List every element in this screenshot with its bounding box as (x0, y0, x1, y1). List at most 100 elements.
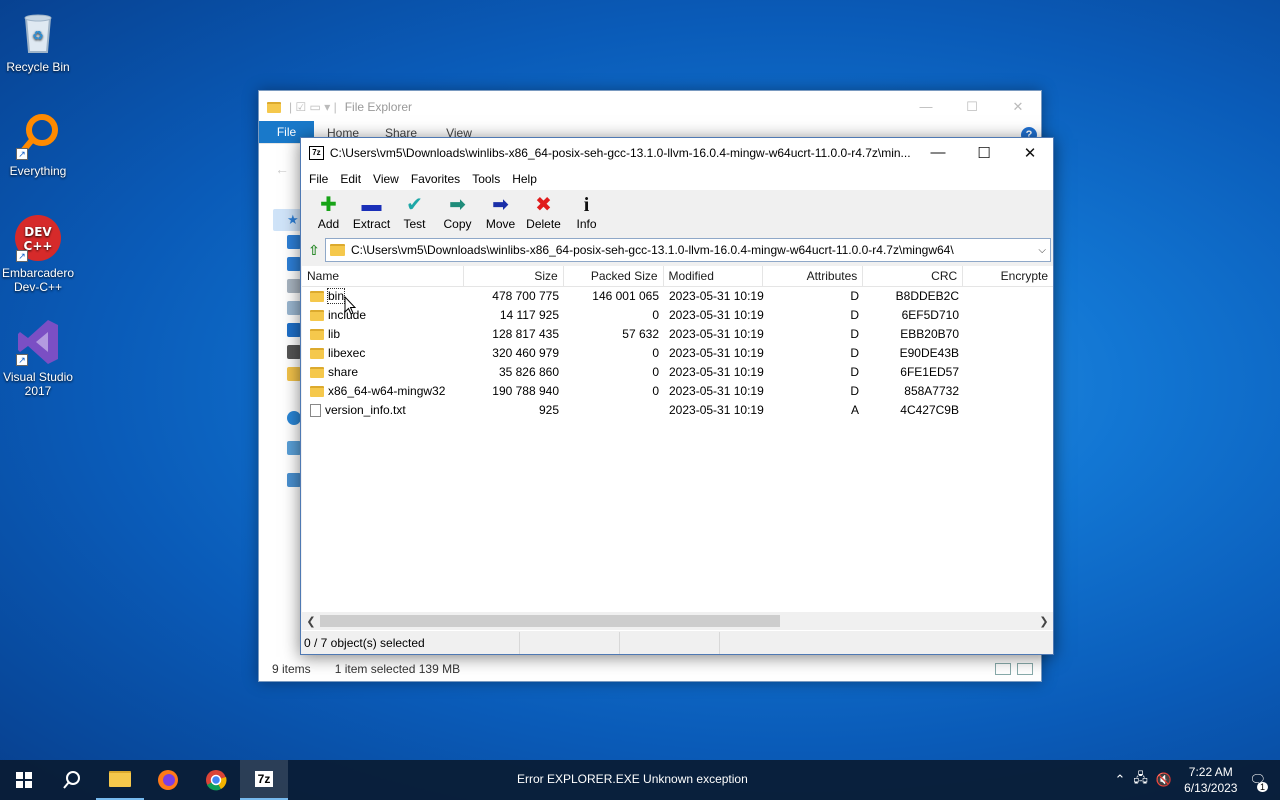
folder-icon[interactable] (287, 367, 301, 381)
test-button[interactable]: ✔ Test (393, 193, 436, 231)
list-item[interactable]: lib 128 817 435 57 632 2023-05-31 10:19 … (302, 325, 1053, 344)
item-modified: 2023-05-31 10:19 (669, 308, 764, 322)
minus-icon: ▬ (361, 194, 382, 216)
scroll-right-icon[interactable]: ❯ (1035, 615, 1053, 628)
item-modified: 2023-05-31 10:19 (669, 346, 764, 360)
menu-help[interactable]: Help (506, 172, 543, 186)
list-item[interactable]: libexec 320 460 979 0 2023-05-31 10:19 D… (302, 344, 1053, 363)
folder-icon (310, 310, 324, 322)
sevenzip-window[interactable]: 7z C:\Users\vm5\Downloads\winlibs-x86_64… (300, 137, 1054, 655)
selection-status: 0 / 7 object(s) selected (301, 632, 520, 654)
address-bar: ⇧ C:\Users\vm5\Downloads\winlibs-x86_64-… (301, 236, 1053, 264)
svg-text:♻: ♻ (32, 29, 44, 44)
column-name[interactable]: Name (302, 266, 464, 286)
sevenzip-title-bar[interactable]: 7z C:\Users\vm5\Downloads\winlibs-x86_64… (301, 138, 1053, 168)
sevenzip-icon: 7z (254, 771, 274, 787)
taskbar-chrome[interactable] (192, 760, 240, 800)
back-arrow-icon[interactable]: ← (275, 161, 289, 177)
list-item[interactable]: bin 478 700 775 146 001 065 2023-05-31 1… (302, 287, 1053, 306)
move-button[interactable]: ➡ Move (479, 193, 522, 231)
clock[interactable]: 7:22 AM 6/13/2023 (1184, 764, 1237, 796)
visual-studio-icon: ↗ (14, 318, 62, 366)
volume-muted-icon[interactable]: 🔇 (1156, 772, 1172, 788)
details-view-icon[interactable] (995, 663, 1011, 675)
menu-tools[interactable]: Tools (466, 172, 506, 186)
extract-button[interactable]: ▬ Extract (350, 193, 393, 231)
add-button[interactable]: ✚ Add (307, 193, 350, 231)
info-button[interactable]: i Info (565, 193, 608, 231)
network-icon[interactable]: 🖧 (1133, 769, 1148, 791)
folder-icon (310, 386, 324, 398)
desktop-icon-visual-studio[interactable]: ↗ Visual Studio 2017 (0, 318, 76, 398)
item-name: version_info.txt (325, 403, 406, 417)
column-modified[interactable]: Modified (664, 266, 764, 286)
desktop-icon-everything[interactable]: ↗ Everything (0, 112, 76, 178)
scrollbar-thumb[interactable] (320, 615, 780, 627)
chevron-down-icon[interactable]: ⌵ (1038, 245, 1046, 256)
item-size: 190 788 940 (492, 384, 559, 398)
taskbar-error-message: Error EXPLORER.EXE Unknown exception (517, 772, 748, 786)
chevron-up-icon[interactable]: ⌃ (1115, 772, 1126, 788)
taskbar-file-explorer[interactable] (96, 760, 144, 800)
minimize-button[interactable]: — (915, 144, 961, 162)
action-center-icon[interactable]: 🗨 1 (1249, 772, 1268, 792)
downloads-icon[interactable] (287, 257, 301, 271)
clock-date: 6/13/2023 (1184, 781, 1238, 795)
item-modified: 2023-05-31 10:19 (669, 327, 764, 341)
pictures-icon[interactable] (287, 301, 301, 315)
explorer-title: File Explorer (344, 99, 413, 114)
item-packed-size: 0 (652, 365, 659, 379)
column-attributes[interactable]: Attributes (763, 266, 864, 286)
desktop-icon-recycle-bin[interactable]: ♻ Recycle Bin (0, 8, 76, 74)
network-icon[interactable] (287, 473, 301, 487)
delete-button[interactable]: ✖ Delete (522, 193, 565, 231)
close-button[interactable]: ✕ (995, 99, 1041, 115)
music-icon[interactable] (287, 323, 301, 337)
list-item[interactable]: version_info.txt 925 2023-05-31 10:19 A … (302, 401, 1053, 420)
maximize-button[interactable]: ☐ (961, 144, 1007, 162)
taskbar-firefox[interactable] (144, 760, 192, 800)
menu-file[interactable]: File (303, 172, 334, 186)
videos-icon[interactable] (287, 345, 301, 359)
desktop-icon-label: Recycle Bin (6, 60, 70, 74)
mouse-cursor-icon (344, 296, 356, 315)
minimize-button[interactable]: — (903, 99, 949, 115)
list-item[interactable]: x86_64-w64-mingw32 190 788 940 0 2023-05… (302, 382, 1053, 401)
column-size[interactable]: Size (464, 266, 564, 286)
this-pc-icon[interactable] (287, 441, 301, 455)
close-button[interactable]: ✕ (1007, 144, 1053, 162)
copy-button[interactable]: ➡ Copy (436, 193, 479, 231)
large-icons-view-icon[interactable] (1017, 663, 1033, 675)
documents-icon[interactable] (287, 279, 301, 293)
quick-access-highlight[interactable]: ★ (273, 209, 303, 231)
explorer-title-bar[interactable]: | ☑ ▭ ▾ | File Explorer — ☐ ✕ (259, 91, 1041, 122)
menu-view[interactable]: View (367, 172, 405, 186)
file-list[interactable]: Name Size Packed Size Modified Attribute… (302, 266, 1053, 631)
list-item[interactable]: include 14 117 925 0 2023-05-31 10:19 D … (302, 306, 1053, 325)
path-combobox[interactable]: C:\Users\vm5\Downloads\winlibs-x86_64-po… (325, 238, 1051, 262)
list-item[interactable]: share 35 826 860 0 2023-05-31 10:19 D 6F… (302, 363, 1053, 382)
horizontal-scrollbar[interactable]: ❮ ❯ (302, 612, 1053, 630)
menu-favorites[interactable]: Favorites (405, 172, 466, 186)
column-encrypted[interactable]: Encrypte (963, 266, 1053, 286)
desktop-icon-label: Everything (9, 164, 67, 178)
column-crc[interactable]: CRC (863, 266, 964, 286)
scroll-left-icon[interactable]: ❮ (302, 615, 320, 628)
quick-access-toolbar[interactable]: | ☑ ▭ ▾ | (289, 100, 337, 114)
item-name: libexec (328, 346, 366, 360)
onedrive-icon[interactable] (287, 411, 301, 425)
selection-info: 1 item selected 139 MB (334, 662, 461, 676)
search-button[interactable] (48, 760, 96, 800)
up-folder-icon[interactable]: ⇧ (303, 239, 325, 261)
folder-icon (267, 100, 283, 114)
item-crc: 4C427C9B (900, 403, 959, 417)
start-button[interactable] (0, 760, 48, 800)
desktop-icon-devcpp[interactable]: DEV C++ ↗ Embarcadero Dev-C++ (0, 214, 76, 294)
maximize-button[interactable]: ☐ (949, 99, 995, 115)
item-crc: 6EF5D710 (901, 308, 959, 322)
menu-edit[interactable]: Edit (334, 172, 367, 186)
taskbar-7zip[interactable]: 7z (240, 760, 288, 800)
sevenzip-status-bar: 0 / 7 object(s) selected (301, 632, 1053, 654)
column-packed-size[interactable]: Packed Size (564, 266, 664, 286)
desktop-icon[interactable] (287, 235, 301, 249)
